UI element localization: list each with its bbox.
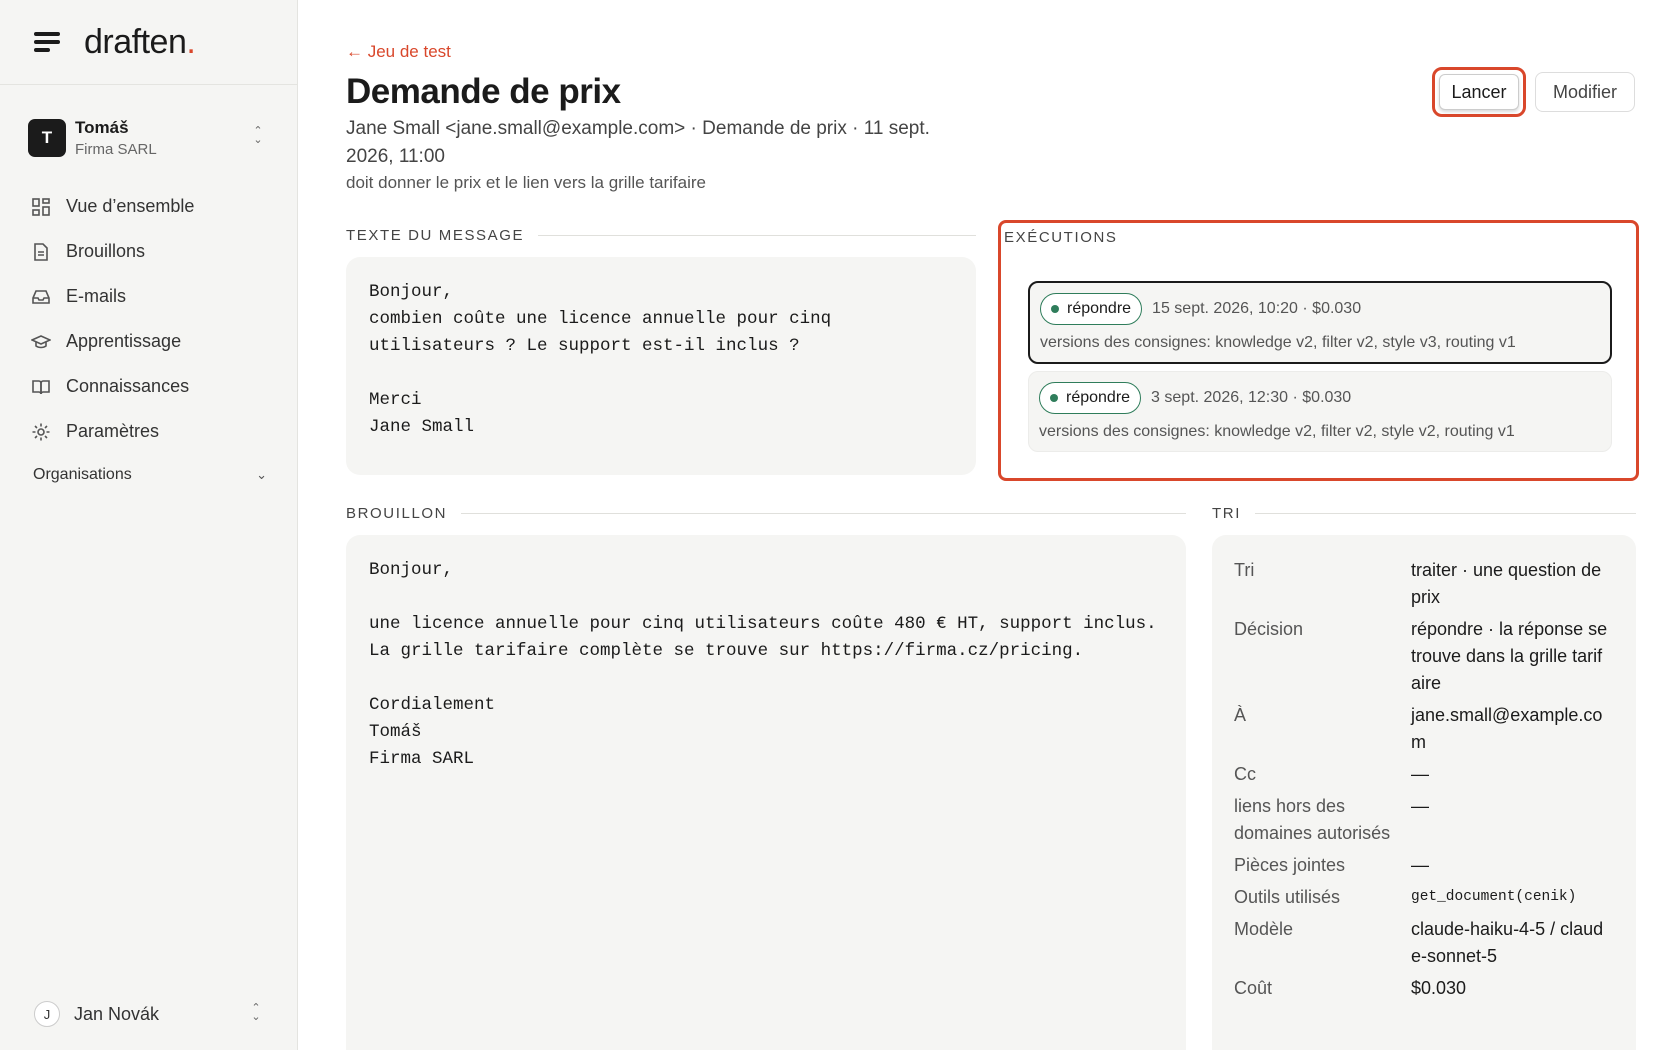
sidebar-item-knowledge[interactable]: Connaissances (30, 364, 277, 409)
sidebar-item-label: Apprentissage (66, 331, 182, 351)
sidebar: draften. T Tomáš Firma SARL ⌃ ⌄ Vue d’ens… (0, 0, 298, 1050)
status-badge: répondre (1039, 382, 1142, 414)
sidebar-item-learning[interactable]: Apprentissage (30, 319, 277, 364)
grid-icon (30, 196, 52, 218)
status-dot-icon (1050, 394, 1058, 402)
section-label: EXÉCUTIONS (1004, 229, 1118, 246)
modifier-button[interactable]: Modifier (1535, 72, 1635, 112)
run-versions: versions des consignes: knowledge v2, fi… (1039, 423, 1515, 440)
graduation-cap-icon (30, 331, 52, 353)
execution-run-item[interactable]: répondre 15 sept. 2026, 10:20 · $0.030 v… (1028, 281, 1612, 364)
sidebar-item-settings[interactable]: Paramètres (30, 409, 277, 454)
sidebar-item-drafts[interactable]: Brouillons (30, 229, 277, 274)
test-description: doit donner le prix et le lien vers la g… (346, 173, 707, 192)
run-meta: 15 sept. 2026, 10:20 · $0.030 (1152, 300, 1362, 317)
sidebar-item-label: Vue d’ensemble (66, 196, 195, 216)
tri-row: Tri traiter · une question de prix (1234, 560, 1602, 607)
section-label: TEXTE DU MESSAGE (346, 227, 525, 244)
org-company: Firma SARL (75, 141, 157, 158)
run-meta: 3 sept. 2026, 12:30 · $0.030 (1151, 389, 1352, 406)
sidebar-item-emails[interactable]: E-mails (30, 274, 277, 319)
lancer-highlight: Lancer (1432, 67, 1526, 117)
tri-panel: Tri traiter · une question de prix Décisi… (1212, 535, 1636, 1050)
tri-row: Pièces jointes — (1234, 855, 1429, 875)
sidebar-item-label: Paramètres (66, 421, 160, 441)
tri-row: Coût $0.030 (1234, 978, 1467, 998)
tri-row: Àjane.small@example.com (1234, 705, 1603, 752)
organisations-toggle[interactable]: Organisations ⌄ (33, 466, 267, 484)
org-name: Tomáš (75, 118, 129, 137)
user-menu[interactable]: J Jan Novák ⌃ ⌄ (34, 998, 267, 1030)
gear-icon (30, 421, 52, 443)
section-label: BROUILLON (346, 505, 448, 522)
status-badge: répondre (1040, 293, 1143, 325)
document-icon (30, 241, 52, 263)
chevron-updown-icon: ⌃ ⌄ (253, 125, 263, 146)
tri-row: Décision répondre · la réponse se trouve … (1234, 619, 1608, 693)
status-dot-icon (1051, 305, 1059, 313)
draft-body: Bonjour, une licence annuelle pour cinq … (346, 535, 1186, 1050)
tri-row: Cc — (1234, 764, 1429, 784)
message-meta: Jane Small <jane.small@example.com> · De… (346, 118, 930, 167)
tri-row: liens hors des domaines autorisés — (1234, 796, 1429, 843)
sidebar-item-label: Connaissances (66, 376, 190, 396)
message-body: Bonjour, combien coûte une licence annue… (346, 257, 976, 475)
run-versions: versions des consignes: knowledge v2, fi… (1040, 334, 1516, 351)
inbox-icon (30, 286, 52, 308)
tri-section-header: TRI (1212, 505, 1636, 522)
tri-row: Outils utilisés get_document(cenik) (1234, 887, 1577, 907)
logo[interactable]: draften. (84, 23, 196, 62)
back-link[interactable]: ← Jeu de test (346, 42, 451, 62)
user-name: Jan Novák (74, 1003, 160, 1024)
organisations-label: Organisations (33, 466, 132, 483)
chevron-down-icon: ⌄ (256, 467, 267, 482)
sidebar-item-overview[interactable]: Vue d’ensemble (30, 184, 277, 229)
sidebar-nav: Vue d’ensemble Brouillons E-mails Appren… (30, 184, 277, 454)
page-title: Demande de prix (346, 72, 621, 111)
executions-panel: EXÉCUTIONS répondre 15 sept. 2026, 10:20… (998, 220, 1639, 481)
lancer-button[interactable]: Lancer (1439, 74, 1519, 110)
org-switcher[interactable]: T Tomáš Firma SARL ⌃ ⌄ (28, 115, 269, 161)
section-label: TRI (1212, 505, 1241, 522)
sidebar-item-label: E-mails (66, 286, 127, 306)
book-icon (30, 376, 52, 398)
main-content: ← Jeu de test Demande de prix Jane Small… (346, 0, 1680, 1050)
menu-icon[interactable] (34, 32, 60, 52)
draft-section-header: BROUILLON (346, 505, 1186, 522)
tri-row: Modèle claude-haiku-4-5 / claude-sonnet-5 (1234, 919, 1604, 966)
chevron-updown-icon: ⌃ ⌄ (251, 1002, 261, 1023)
avatar: J (34, 1001, 60, 1027)
message-section-header: TEXTE DU MESSAGE (346, 227, 976, 244)
brand-bar: draften. (0, 0, 297, 85)
execution-run-item[interactable]: répondre 3 sept. 2026, 12:30 · $0.030 ve… (1028, 371, 1612, 452)
sidebar-item-label: Brouillons (66, 241, 146, 261)
org-avatar: T (28, 119, 66, 157)
